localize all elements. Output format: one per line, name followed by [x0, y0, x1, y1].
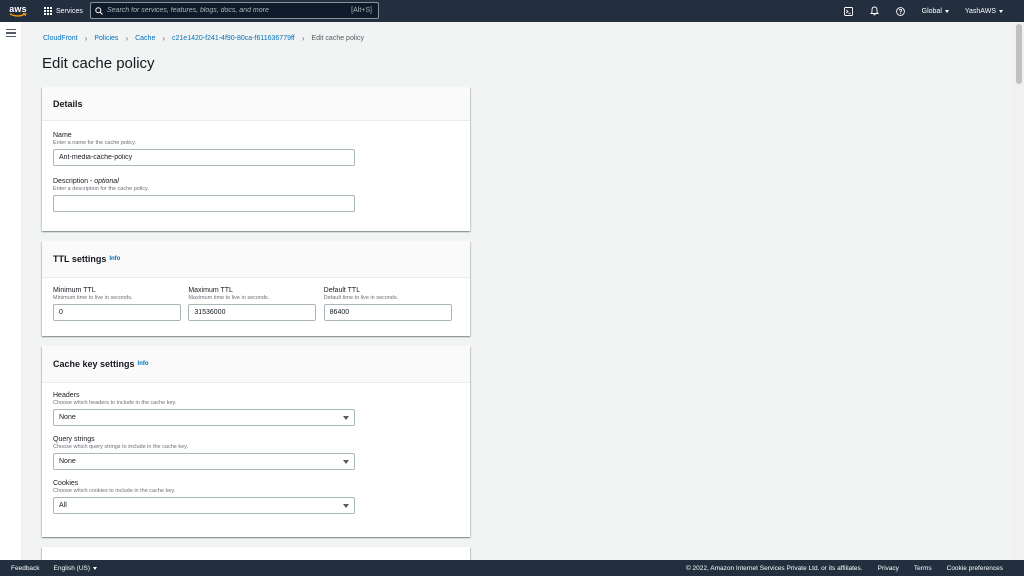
query-strings-label: Query strings — [53, 436, 95, 443]
cache-key-heading: Cache key settings — [53, 359, 135, 369]
services-label: Services — [56, 7, 83, 15]
account-menu[interactable]: YashAWS — [957, 8, 1024, 15]
notifications-bell-icon[interactable] — [862, 0, 888, 22]
footer: Feedback English (US) © 2022, Amazon Int… — [0, 560, 1024, 576]
default-ttl-description: Default time to live in seconds. — [323, 295, 399, 301]
description-input[interactable] — [53, 195, 355, 212]
dropdown-arrow-icon — [343, 503, 349, 508]
page-scrollbar[interactable] — [1014, 22, 1024, 560]
query-strings-description: Choose which query strings to include in… — [53, 444, 189, 450]
max-ttl-description: Maximum time to live in seconds. — [188, 295, 270, 301]
description-label-text: Description - — [53, 178, 95, 185]
headers-description: Choose which headers to include in the c… — [53, 400, 177, 406]
query-strings-selected-value: None — [59, 458, 76, 465]
breadcrumb-cache[interactable]: Cache — [135, 35, 155, 42]
ttl-info-link[interactable]: Info — [109, 256, 120, 262]
grid-icon — [44, 7, 52, 15]
breadcrumb-policy-id[interactable]: c21e1420-f241-4f90-80ca-f611636779ff — [172, 35, 295, 42]
cookie-preferences-link[interactable]: Cookie preferences — [947, 565, 1003, 572]
cookies-select[interactable]: All — [53, 497, 355, 514]
details-panel: Details Name Enter a name for the cache … — [42, 87, 470, 231]
region-label: Global — [921, 7, 942, 15]
search-input[interactable] — [107, 7, 352, 14]
headers-selected-value: None — [59, 414, 76, 421]
cache-key-panel-header: Cache key settings Info — [42, 346, 470, 383]
copyright-text: © 2022, Amazon Internet Services Private… — [685, 564, 863, 572]
caret-down-icon — [944, 9, 949, 13]
language-selector[interactable]: English (US) — [53, 564, 98, 572]
default-ttl-input[interactable] — [323, 304, 452, 321]
cloudshell-icon[interactable] — [836, 0, 862, 22]
query-strings-select[interactable]: None — [53, 453, 355, 470]
description-label: Description - optional — [53, 178, 459, 185]
side-rail — [0, 22, 22, 560]
name-label: Name — [53, 132, 72, 139]
breadcrumb-policies[interactable]: Policies — [94, 35, 118, 42]
description-description: Enter a description for the cache policy… — [53, 186, 149, 192]
chevron-right-icon: › — [162, 34, 166, 43]
help-icon[interactable] — [888, 0, 914, 22]
aws-smile-icon — [9, 12, 27, 17]
cache-key-info-link[interactable]: Info — [138, 361, 149, 367]
next-panel-partial — [42, 547, 470, 560]
headers-select[interactable]: None — [53, 409, 355, 426]
chevron-right-icon: › — [301, 34, 305, 43]
search-icon — [91, 6, 107, 15]
min-ttl-label: Minimum TTL — [53, 287, 96, 294]
dropdown-arrow-icon — [343, 415, 349, 420]
account-label: YashAWS — [964, 7, 996, 15]
chevron-right-icon: › — [84, 34, 88, 43]
cookies-label: Cookies — [53, 480, 79, 487]
scrollbar-thumb[interactable] — [1016, 24, 1022, 84]
max-ttl-input[interactable] — [188, 304, 317, 321]
menu-hamburger-icon[interactable] — [6, 29, 16, 39]
caret-down-icon — [999, 9, 1003, 13]
services-menu-button[interactable]: Services — [44, 7, 83, 15]
cache-key-settings-panel: Cache key settings Info Headers Choose w… — [42, 346, 470, 537]
ttl-panel-header: TTL settings Info — [42, 241, 470, 278]
breadcrumb-current: Edit cache policy — [311, 35, 364, 42]
privacy-link[interactable]: Privacy — [878, 565, 899, 572]
breadcrumb: CloudFront › Policies › Cache › c21e1420… — [43, 34, 364, 43]
optional-tag: optional — [94, 178, 119, 185]
top-navigation: aws Services [Alt+S] Global — [0, 0, 1024, 22]
min-ttl-input[interactable] — [53, 304, 181, 321]
terms-link[interactable]: Terms — [914, 565, 932, 572]
region-selector[interactable]: Global — [914, 8, 957, 15]
details-heading: Details — [53, 98, 83, 109]
page-title: Edit cache policy — [42, 55, 155, 72]
min-ttl-description: Minimum time to live in seconds. — [53, 295, 133, 301]
caret-down-icon — [93, 566, 98, 570]
name-description: Enter a name for the cache policy. — [53, 140, 137, 146]
default-ttl-label: Default TTL — [323, 287, 361, 294]
ttl-heading: TTL settings — [53, 254, 107, 264]
aws-logo[interactable]: aws — [0, 0, 36, 22]
language-label: English (US) — [53, 564, 91, 572]
chevron-right-icon: › — [125, 34, 129, 43]
aws-logo-text: aws — [9, 3, 27, 14]
name-input[interactable] — [53, 149, 355, 166]
headers-label: Headers — [53, 392, 80, 399]
dropdown-arrow-icon — [343, 459, 349, 464]
max-ttl-label: Maximum TTL — [188, 287, 233, 294]
search-shortcut-hint: [Alt+S] — [351, 7, 372, 14]
details-panel-header: Details — [42, 87, 470, 121]
cookies-description: Choose which cookies to include in the c… — [53, 488, 176, 494]
feedback-link[interactable]: Feedback — [11, 565, 40, 572]
cookies-selected-value: All — [59, 502, 67, 509]
search-bar[interactable]: [Alt+S] — [90, 2, 379, 19]
breadcrumb-cloudfront[interactable]: CloudFront — [43, 35, 78, 42]
ttl-settings-panel: TTL settings Info Minimum TTL Minimum ti… — [42, 241, 470, 336]
